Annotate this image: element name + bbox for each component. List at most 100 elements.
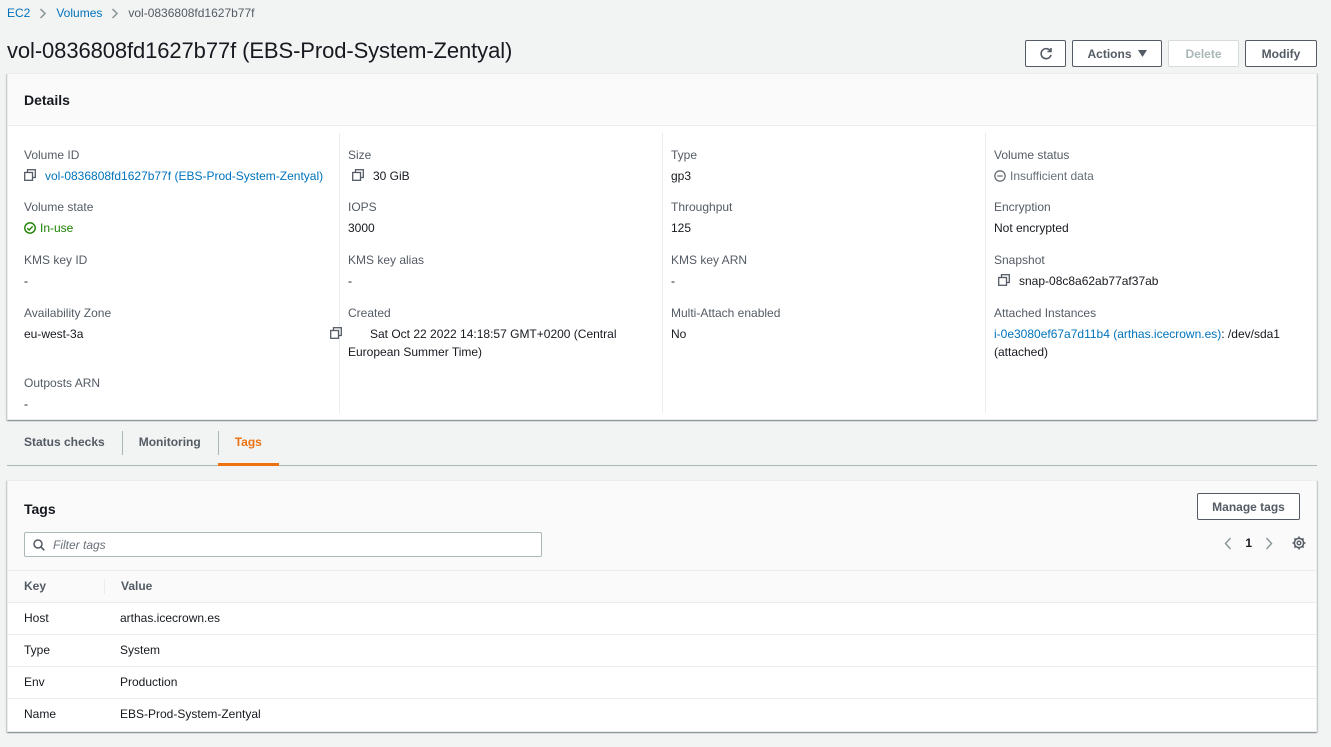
multi-attach-label: Multi-Attach enabled <box>671 306 781 320</box>
type-value: gp3 <box>671 169 692 183</box>
throughput-label: Throughput <box>671 200 733 214</box>
size-value: 30 GiB <box>373 169 410 183</box>
tag-key-cell: Host <box>8 602 104 635</box>
iops-value: 3000 <box>348 221 375 235</box>
type-field: Type gp3 <box>671 148 981 185</box>
table-row: Host arthas.icecrown.es <box>8 602 1316 635</box>
tab-bar: Status checks Monitoring Tags <box>7 420 1317 466</box>
snapshot-field: Snapshot snap-08c8a62ab77af37ab <box>994 253 1311 290</box>
copy-icon[interactable] <box>998 274 1012 288</box>
kms-key-alias-value: - <box>348 274 352 288</box>
details-column-1: Volume ID vol-0836808fd1627b77f (EBS-Pro… <box>8 133 331 413</box>
tag-value-cell: Production <box>104 666 1316 699</box>
snapshot-value: snap-08c8a62ab77af37ab <box>1019 274 1159 288</box>
copy-icon[interactable] <box>24 169 38 183</box>
multi-attach-value: No <box>671 327 687 341</box>
created-field: Created Sat Oct 22 2022 14:18:57 GMT+020… <box>330 306 632 361</box>
details-columns: Volume ID vol-0836808fd1627b77f (EBS-Pro… <box>8 127 1316 413</box>
encryption-value: Not encrypted <box>994 221 1069 235</box>
volume-state-value: In-use <box>40 221 74 235</box>
attached-instances-label: Attached Instances <box>994 306 1097 320</box>
copy-icon[interactable] <box>352 169 366 183</box>
caret-down-icon <box>1137 50 1147 57</box>
details-panel: Details Volume ID vol-0836808fd1627b77f … <box>7 73 1317 420</box>
minus-circle-icon <box>994 170 1006 182</box>
iops-field: IOPS 3000 <box>348 200 658 237</box>
volume-state-label: Volume state <box>24 200 94 214</box>
details-column-3: Type gp3 Throughput 125 KMS key ARN - Mu… <box>662 133 985 413</box>
created-label: Created <box>348 306 391 320</box>
refresh-button[interactable] <box>1025 40 1066 67</box>
breadcrumb-link-volumes[interactable]: Volumes <box>56 6 102 20</box>
multi-attach-field: Multi-Attach enabled No <box>671 306 981 343</box>
created-value: Sat Oct 22 2022 14:18:57 GMT+0200 (Centr… <box>348 327 617 359</box>
chevron-left-icon[interactable] <box>1219 537 1237 550</box>
breadcrumb-link-ec2[interactable]: EC2 <box>7 6 30 20</box>
pagination: 1 <box>1219 536 1306 550</box>
gear-icon[interactable] <box>1292 536 1306 550</box>
kms-key-arn-field: KMS key ARN - <box>671 253 981 290</box>
volume-status-label: Volume status <box>994 148 1070 162</box>
delete-button[interactable]: Delete <box>1168 40 1239 67</box>
tags-header: Tags Manage tags 1 <box>8 481 1316 571</box>
availability-zone-label: Availability Zone <box>24 306 112 320</box>
actions-button[interactable]: Actions <box>1072 40 1162 67</box>
attached-state: (attached) <box>994 345 1049 359</box>
search-icon <box>33 538 45 551</box>
chevron-right-icon <box>111 7 119 19</box>
copy-icon[interactable] <box>330 327 344 341</box>
manage-tags-button[interactable]: Manage tags <box>1197 493 1300 520</box>
kms-key-id-value: - <box>24 274 28 288</box>
modify-button[interactable]: Modify <box>1245 40 1317 67</box>
actions-label: Actions <box>1087 46 1132 61</box>
kms-key-id-label: KMS key ID <box>24 253 88 267</box>
chevron-right-icon[interactable] <box>1260 537 1278 550</box>
type-label: Type <box>671 148 698 162</box>
outposts-arn-value: - <box>24 397 28 411</box>
outposts-arn-label: Outposts ARN <box>24 376 101 390</box>
details-column-2: Size 30 GiB IOPS 3000 KMS key alias - Cr… <box>330 133 662 413</box>
volume-state-field: Volume state In-use <box>24 200 327 237</box>
kms-key-arn-label: KMS key ARN <box>671 253 748 267</box>
volume-id-link[interactable]: vol-0836808fd1627b77f (EBS-Prod-System-Z… <box>45 167 323 185</box>
volume-status-value: Insufficient data <box>1010 169 1094 183</box>
table-header-row: Key Value <box>8 571 1316 603</box>
refresh-icon <box>1039 47 1053 61</box>
volume-id-field: Volume ID vol-0836808fd1627b77f (EBS-Pro… <box>24 148 327 185</box>
volume-status-field: Volume status Insufficient data <box>994 148 1311 185</box>
table-row: Env Production <box>8 666 1316 699</box>
tag-value-cell: System <box>104 634 1316 667</box>
header-actions: Actions Delete Modify <box>1025 40 1317 67</box>
status-badge: In-use <box>24 219 73 237</box>
outposts-arn-field: Outposts ARN - <box>24 376 327 413</box>
attached-device: : /dev/sda1 <box>1221 327 1280 341</box>
column-header-key[interactable]: Key <box>8 571 104 603</box>
filter-tags-input[interactable] <box>53 537 523 552</box>
size-label: Size <box>348 148 372 162</box>
page-number[interactable]: 1 <box>1245 536 1252 550</box>
column-header-value[interactable]: Value <box>104 571 1316 603</box>
tag-value-cell: arthas.icecrown.es <box>104 602 1316 635</box>
availability-zone-value: eu-west-3a <box>24 327 84 341</box>
kms-key-arn-value: - <box>671 274 675 288</box>
attached-instance-link[interactable]: i-0e3080ef67a7d11b4 (arthas.icecrown.es) <box>994 327 1221 341</box>
snapshot-label: Snapshot <box>994 253 1045 267</box>
tag-value-cell: EBS-Prod-System-Zentyal <box>120 707 261 722</box>
tag-key-cell: Env <box>8 666 104 699</box>
encryption-field: Encryption Not encrypted <box>994 200 1311 237</box>
tab-tags[interactable]: Tags <box>217 420 279 466</box>
tags-title: Tags <box>24 501 56 517</box>
chevron-right-icon <box>39 7 47 19</box>
tag-key-cell: Type <box>8 634 104 667</box>
details-title: Details <box>24 92 70 108</box>
availability-zone-field: Availability Zone eu-west-3a <box>24 306 327 343</box>
encryption-label: Encryption <box>994 200 1051 214</box>
attached-instances-field: Attached Instances i-0e3080ef67a7d11b4 (… <box>994 306 1311 361</box>
tab-status-checks[interactable]: Status checks <box>7 420 122 465</box>
table-row: Type System <box>8 634 1316 667</box>
tab-monitoring[interactable]: Monitoring <box>121 420 218 465</box>
page-title: vol-0836808fd1627b77f (EBS-Prod-System-Z… <box>7 38 513 63</box>
table-row: Name EBS-Prod-System-Zentyal <box>8 698 1316 730</box>
throughput-field: Throughput 125 <box>671 200 981 237</box>
tag-key-cell: Name <box>24 707 57 722</box>
